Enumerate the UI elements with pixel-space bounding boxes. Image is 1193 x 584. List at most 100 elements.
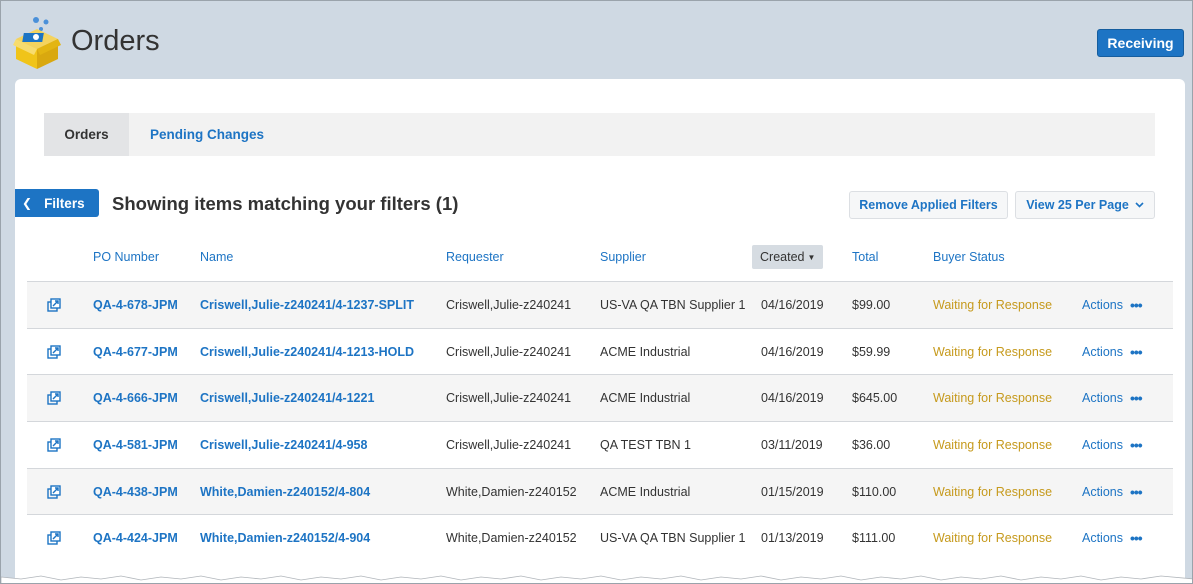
actions-menu[interactable]: Actions ••• (1082, 422, 1143, 468)
tab-orders[interactable]: Orders (44, 113, 129, 156)
results-heading: Showing items matching your filters (1) (112, 193, 459, 214)
requester-cell: Criswell,Julie-z240241 (446, 391, 572, 406)
po-number-link[interactable]: QA-4-581-JPM (93, 422, 178, 468)
table-header: PO Number Name Requester Supplier Create… (15, 245, 1185, 281)
more-dots-icon: ••• (1130, 437, 1143, 454)
actions-menu[interactable]: Actions ••• (1082, 375, 1143, 421)
created-date-cell: 03/11/2019 (761, 438, 823, 453)
order-name-link[interactable]: Criswell,Julie-z240241/4-1221 (200, 375, 374, 421)
total-cell: $645.00 (852, 391, 898, 406)
order-name-link[interactable]: White,Damien-z240152/4-804 (200, 469, 370, 515)
buyer-status-cell: Waiting for Response (933, 438, 1053, 453)
main-panel: Orders Pending Changes ❮ Filters Showing… (15, 79, 1185, 583)
per-page-dropdown[interactable]: View 25 Per Page (1015, 191, 1155, 219)
po-number-link[interactable]: QA-4-424-JPM (93, 515, 178, 561)
requester-cell: White,Damien-z240152 (446, 484, 577, 499)
column-header-total[interactable]: Total (852, 245, 878, 269)
table-row: QA-4-581-JPM Criswell,Julie-z240241/4-958… (27, 421, 1173, 468)
requester-cell: Criswell,Julie-z240241 (446, 438, 572, 453)
po-number-link[interactable]: QA-4-666-JPM (93, 375, 178, 421)
actions-label: Actions (1082, 391, 1123, 406)
column-header-buyer-status[interactable]: Buyer Status (933, 245, 1005, 269)
more-dots-icon: ••• (1130, 343, 1143, 360)
table-row: QA-4-678-JPM Criswell,Julie-z240241/4-123… (27, 281, 1173, 328)
buyer-status-cell: Waiting for Response (933, 484, 1053, 499)
column-header-name[interactable]: Name (200, 245, 233, 269)
more-dots-icon: ••• (1130, 530, 1143, 547)
created-date-cell: 01/13/2019 (761, 531, 824, 546)
buyer-status-cell: Waiting for Response (933, 298, 1053, 312)
app-window: Orders Receiving Orders Pending Changes … (0, 0, 1193, 584)
actions-label: Actions (1082, 438, 1123, 453)
total-cell: $110.00 (852, 484, 897, 499)
actions-label: Actions (1082, 531, 1123, 546)
open-external-icon[interactable] (47, 329, 61, 375)
column-header-created-label: Created (760, 250, 805, 264)
tab-pending-changes[interactable]: Pending Changes (142, 113, 272, 156)
actions-menu[interactable]: Actions ••• (1082, 515, 1143, 561)
open-external-icon[interactable] (47, 515, 61, 561)
orders-table-body: QA-4-678-JPM Criswell,Julie-z240241/4-123… (27, 281, 1173, 562)
open-external-icon[interactable] (47, 422, 61, 468)
table-row: QA-4-666-JPM Criswell,Julie-z240241/4-122… (27, 374, 1173, 422)
open-external-icon[interactable] (47, 282, 61, 328)
order-name-link[interactable]: Criswell,Julie-z240241/4-1237-SPLIT (200, 282, 414, 328)
created-date-cell: 04/16/2019 (761, 298, 824, 312)
table-row: QA-4-438-JPM White,Damien-z240152/4-804 Wh… (27, 467, 1173, 515)
more-dots-icon: ••• (1130, 390, 1143, 407)
orders-box-logo (13, 17, 61, 69)
po-number-link[interactable]: QA-4-677-JPM (93, 329, 178, 375)
total-cell: $111.00 (852, 531, 896, 546)
actions-menu[interactable]: Actions ••• (1082, 282, 1143, 328)
supplier-cell: QA TEST TBN 1 (600, 438, 692, 453)
actions-label: Actions (1082, 298, 1123, 312)
torn-edge (1, 575, 1192, 583)
filters-button[interactable]: ❮ Filters (15, 189, 99, 217)
created-date-cell: 01/15/2019 (761, 484, 824, 499)
requester-cell: Criswell,Julie-z240241 (446, 344, 572, 359)
po-number-link[interactable]: QA-4-678-JPM (93, 282, 178, 328)
supplier-cell: US-VA QA TBN Supplier 1 (600, 298, 746, 312)
caret-down-icon: ▼ (807, 252, 816, 262)
table-row: QA-4-677-JPM Criswell,Julie-z240241/4-121… (27, 327, 1173, 375)
chevron-left-icon: ❮ (22, 196, 33, 210)
order-name-link[interactable]: Criswell,Julie-z240241/4-958 (200, 422, 367, 468)
supplier-cell: ACME Industrial (600, 344, 691, 359)
actions-label: Actions (1082, 484, 1123, 499)
buyer-status-cell: Waiting for Response (933, 531, 1053, 546)
column-header-created[interactable]: Created ▼ (752, 245, 824, 269)
order-name-link[interactable]: White,Damien-z240152/4-904 (200, 515, 370, 561)
created-date-cell: 04/16/2019 (761, 344, 824, 359)
requester-cell: Criswell,Julie-z240241 (446, 298, 572, 312)
po-number-link[interactable]: QA-4-438-JPM (93, 469, 178, 515)
open-external-icon[interactable] (47, 375, 61, 421)
created-date-cell: 04/16/2019 (761, 391, 824, 406)
receiving-button[interactable]: Receiving (1097, 29, 1184, 57)
more-dots-icon: ••• (1130, 483, 1143, 500)
actions-menu[interactable]: Actions ••• (1082, 329, 1143, 375)
total-cell: $99.00 (852, 298, 891, 312)
remove-applied-filters-button[interactable]: Remove Applied Filters (849, 191, 1008, 219)
buyer-status-cell: Waiting for Response (933, 344, 1053, 359)
filters-button-label: Filters (44, 195, 85, 211)
supplier-cell: ACME Industrial (600, 484, 691, 499)
more-dots-icon: ••• (1130, 297, 1143, 313)
actions-label: Actions (1082, 344, 1123, 359)
table-row: QA-4-424-JPM White,Damien-z240152/4-904 Wh… (27, 514, 1173, 562)
chevron-down-icon (1135, 202, 1144, 208)
supplier-cell: ACME Industrial (600, 391, 691, 406)
requester-cell: White,Damien-z240152 (446, 531, 577, 546)
per-page-label: View 25 Per Page (1026, 198, 1129, 212)
supplier-cell: US-VA QA TBN Supplier 1 (600, 531, 746, 546)
column-header-po-number[interactable]: PO Number (93, 245, 159, 269)
page-title: Orders (71, 25, 160, 57)
order-name-link[interactable]: Criswell,Julie-z240241/4-1213-HOLD (200, 329, 414, 375)
actions-menu[interactable]: Actions ••• (1082, 469, 1143, 515)
buyer-status-cell: Waiting for Response (933, 391, 1053, 406)
total-cell: $59.99 (852, 344, 891, 359)
tabs-bar: Orders Pending Changes (44, 113, 1155, 156)
column-header-supplier[interactable]: Supplier (600, 245, 646, 269)
total-cell: $36.00 (852, 438, 891, 453)
open-external-icon[interactable] (47, 469, 61, 515)
column-header-requester[interactable]: Requester (446, 245, 504, 269)
